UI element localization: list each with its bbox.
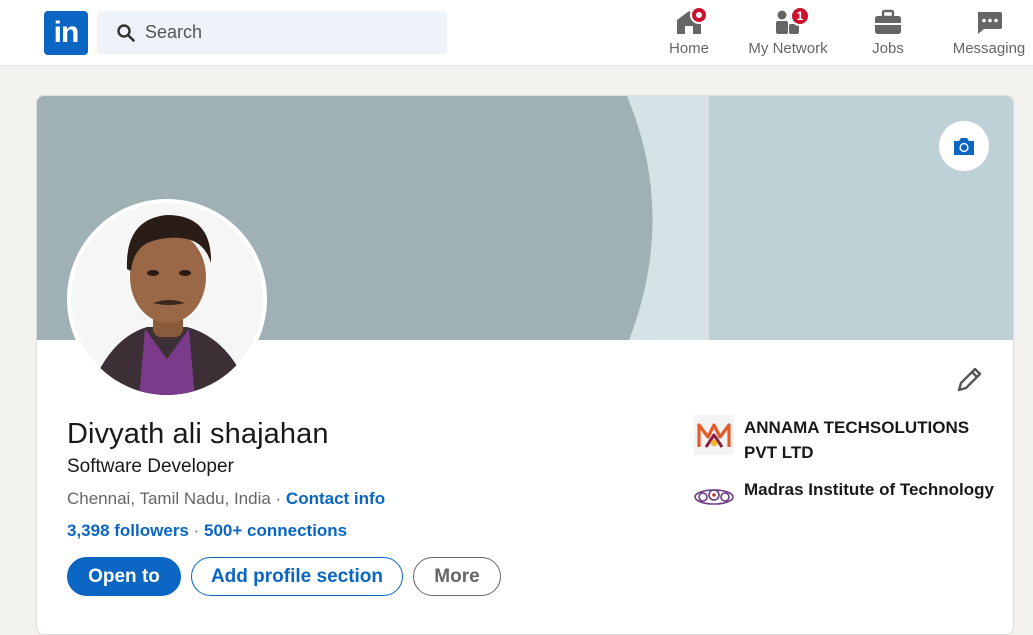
profile-location-line: Chennai, Tamil Nadu, India · Contact inf… [67,489,385,509]
more-button[interactable]: More [413,557,501,596]
followers-link[interactable]: 3,398 followers [67,521,189,540]
linkedin-logo[interactable]: in [44,11,88,55]
profile-location: Chennai, Tamil Nadu, India [67,489,271,508]
profile-photo-image [71,203,263,395]
nav-messaging[interactable]: Messaging [951,6,1027,62]
profile-headline: Software Developer [67,456,234,477]
profile-photo[interactable] [67,199,267,399]
search-input[interactable] [145,11,435,54]
nav-my-network-label: My Network [748,40,828,57]
edit-banner-button[interactable] [939,121,989,171]
add-profile-section-button[interactable]: Add profile section [191,557,403,596]
search-icon [117,24,135,42]
camera-icon [954,138,974,155]
home-notification-dot [690,6,708,24]
nav-home-label: Home [668,40,709,57]
education-school[interactable]: Madras Institute of Technology [694,477,994,529]
top-navigation-bar: in Home 1 My Network [0,0,1033,66]
network-badge: 1 [790,6,810,26]
company-name: ANNAMA TECHSOLUTIONS PVT LTD [744,418,970,462]
nav-messaging-label: Messaging [952,40,1026,57]
profile-name: Divyath ali shajahan [67,418,329,450]
search-box[interactable] [97,11,447,54]
current-company[interactable]: ANNAMA TECHSOLUTIONS PVT LTD [694,415,994,467]
school-name: Madras Institute of Technology [744,480,994,499]
nav-my-network[interactable]: 1 My Network [745,6,831,62]
chat-icon [978,12,1002,34]
linkedin-logo-text: in [53,16,80,49]
connections-link[interactable]: 500+ connections [204,521,347,540]
location-separator: · [270,489,286,508]
school-logo [694,489,734,505]
profile-card: Divyath ali shajahan Software Developer … [36,95,1014,635]
profile-stats: 3,398 followers · 500+ connections [67,521,347,541]
company-logo [694,415,734,455]
open-to-button[interactable]: Open to [67,557,181,596]
nav-jobs-label: Jobs [872,40,904,57]
contact-info-link[interactable]: Contact info [286,489,385,508]
edit-intro-button[interactable] [953,364,985,396]
nav-jobs[interactable]: Jobs [866,6,910,62]
pencil-icon [957,367,982,392]
nav-home[interactable]: Home [663,6,715,62]
stats-separator: · [188,521,204,540]
briefcase-icon [875,9,901,34]
